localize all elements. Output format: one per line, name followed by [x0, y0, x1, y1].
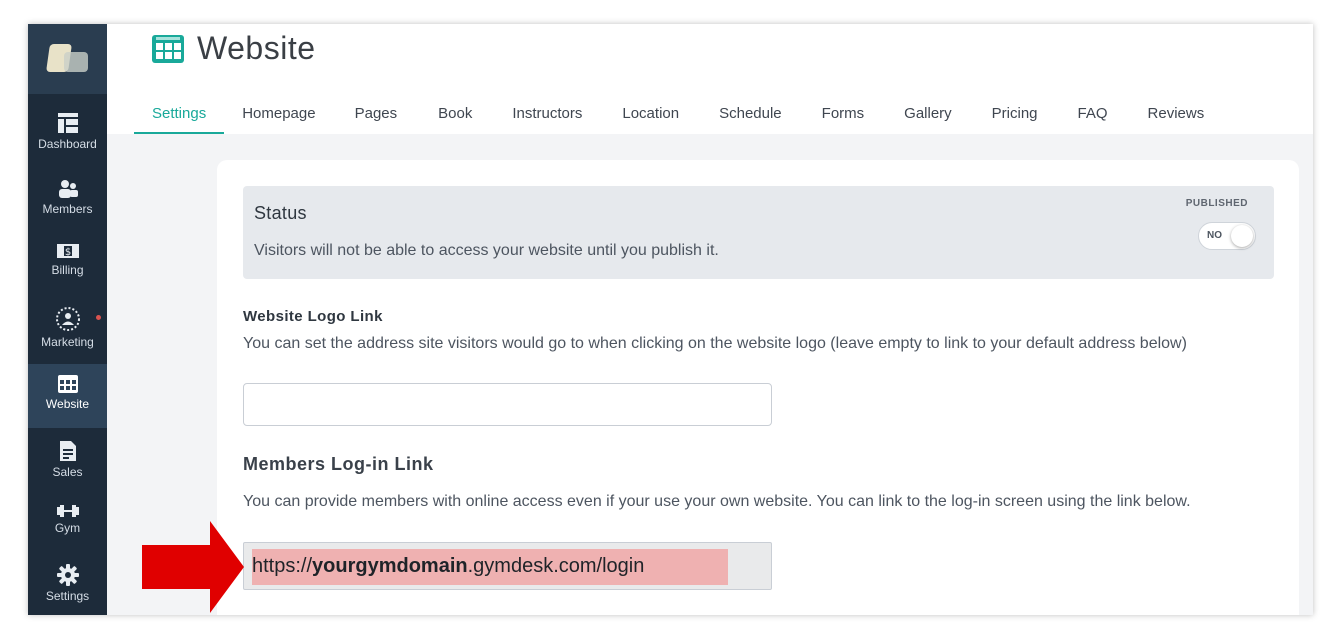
website-icon	[152, 34, 184, 63]
tab-location[interactable]: Location	[602, 96, 699, 134]
gear-icon	[56, 564, 79, 586]
sidebar-item-label: Settings	[45, 589, 90, 603]
tab-book[interactable]: Book	[418, 96, 492, 134]
notification-dot	[96, 315, 101, 320]
url-prefix: https://	[252, 555, 313, 577]
website-icon	[57, 375, 78, 393]
sidebar-item-label: Dashboard	[38, 137, 97, 151]
dumbbell-icon	[56, 505, 79, 517]
status-title: Status	[254, 203, 307, 223]
dashboard-icon	[57, 113, 78, 133]
sidebar-item-label: Website	[45, 397, 90, 411]
page-title: Website	[197, 30, 316, 66]
sidebar-item-members[interactable]: Members	[28, 179, 107, 229]
tab-instructors[interactable]: Instructors	[492, 96, 602, 134]
red-arrow-icon	[142, 521, 244, 613]
sidebar-item-settings[interactable]: Settings	[28, 564, 107, 610]
members-icon	[58, 180, 78, 198]
sidebar: Dashboard Members $ Billing Marketing We…	[28, 24, 107, 615]
logo-icon	[42, 40, 94, 78]
sidebar-item-label: Marketing	[41, 335, 94, 349]
brand-logo[interactable]	[28, 24, 107, 94]
tab-gallery[interactable]: Gallery	[884, 96, 972, 134]
settings-card: Status Visitors will not be able to acce…	[217, 160, 1299, 615]
logo-link-label: Website Logo Link	[243, 308, 383, 325]
sidebar-item-billing[interactable]: $ Billing	[28, 242, 107, 292]
url-domain: yourgymdomain	[312, 555, 468, 577]
members-login-help: You can provide members with online acce…	[243, 493, 1191, 510]
tab-forms[interactable]: Forms	[802, 96, 885, 134]
tab-pages[interactable]: Pages	[334, 96, 419, 134]
login-link-field[interactable]: https://yourgymdomain.gymdesk.com/login	[243, 542, 772, 590]
logo-link-input[interactable]	[243, 383, 772, 426]
page-header: Website Settings Homepage Pages Book Ins…	[107, 24, 1313, 134]
billing-icon: $	[56, 244, 79, 258]
sidebar-item-label: Members	[42, 202, 93, 216]
tab-settings[interactable]: Settings	[134, 96, 225, 134]
svg-text:$: $	[64, 247, 70, 258]
tab-schedule[interactable]: Schedule	[699, 96, 802, 134]
tab-homepage[interactable]: Homepage	[224, 96, 333, 134]
tab-faq[interactable]: FAQ	[1058, 96, 1128, 134]
toggle-knob	[1231, 225, 1253, 247]
sidebar-item-label: Sales	[52, 465, 83, 479]
tab-reviews[interactable]: Reviews	[1128, 96, 1225, 134]
published-toggle[interactable]: NO	[1198, 222, 1256, 250]
sidebar-item-sales[interactable]: Sales	[28, 440, 107, 490]
logo-link-help: You can set the address site visitors wo…	[243, 335, 1187, 352]
marketing-icon	[55, 307, 80, 331]
sidebar-item-label: Billing	[51, 263, 84, 277]
members-login-label: Members Log-in Link	[243, 454, 434, 474]
tab-pricing[interactable]: Pricing	[972, 96, 1058, 134]
published-label: PUBLISHED	[1185, 198, 1248, 209]
sales-icon	[59, 441, 76, 461]
status-panel: Status Visitors will not be able to acce…	[243, 186, 1274, 279]
sidebar-item-dashboard[interactable]: Dashboard	[28, 112, 107, 164]
sidebar-item-gym[interactable]: Gym	[28, 504, 107, 546]
toggle-state-label: NO	[1207, 230, 1222, 241]
sidebar-item-marketing[interactable]: Marketing	[28, 306, 107, 358]
url-suffix: .gymdesk.com/login	[467, 555, 645, 577]
sidebar-item-label: Gym	[54, 521, 81, 535]
login-link-url: https://yourgymdomain.gymdesk.com/login	[252, 549, 728, 585]
status-description: Visitors will not be able to access your…	[254, 242, 719, 259]
sidebar-item-website[interactable]: Website	[28, 364, 107, 428]
tab-bar: Settings Homepage Pages Book Instructors…	[134, 96, 1224, 134]
